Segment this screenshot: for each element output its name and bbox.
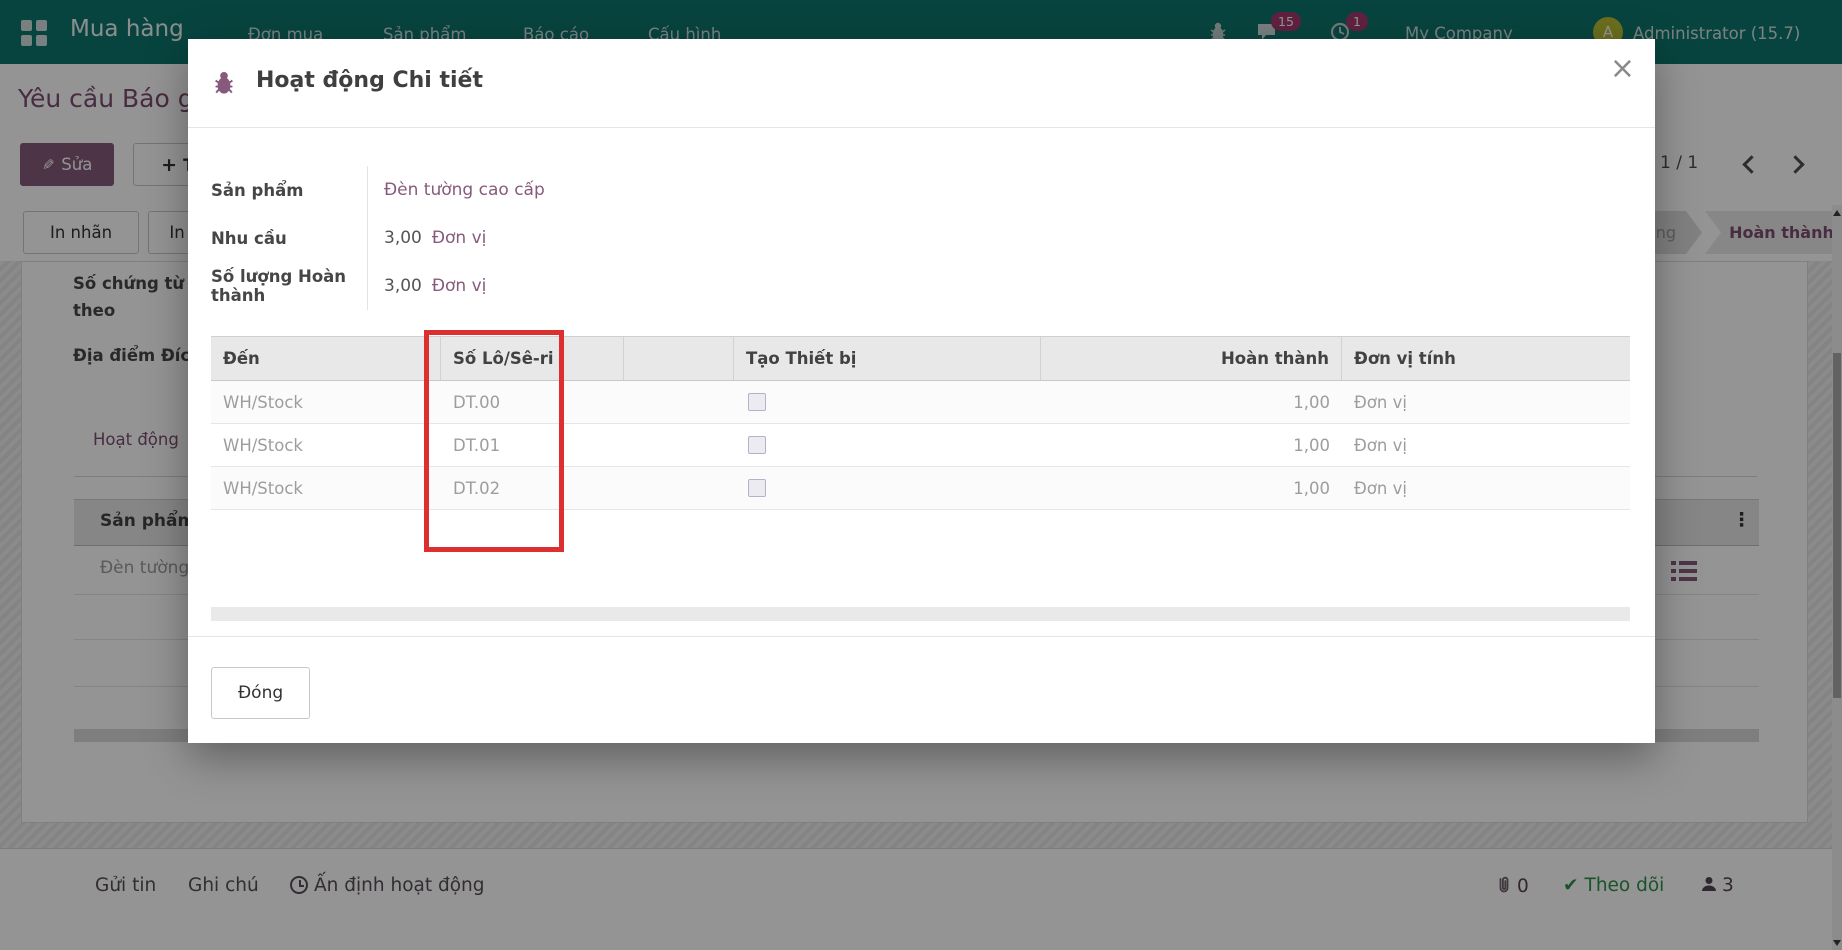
dialog-footer: Đóng <box>188 636 1655 743</box>
uom-link[interactable]: Đơn vị <box>432 276 487 296</box>
col-header-create-device[interactable]: Tạo Thiết bị <box>734 337 1041 380</box>
dialog-fields: Sản phẩm Đèn tường cao cấp Nhu cầu 3,00 … <box>211 166 1630 310</box>
close-icon[interactable] <box>1610 51 1635 86</box>
field-product: Sản phẩm Đèn tường cao cấp <box>211 166 1630 214</box>
close-dialog-button[interactable]: Đóng <box>211 667 310 719</box>
col-header-uom[interactable]: Đơn vị tính <box>1342 337 1630 380</box>
col-header-done[interactable]: Hoàn thành <box>1041 337 1342 380</box>
uom-link[interactable]: Đơn vị <box>432 228 487 248</box>
detailed-operations-dialog: Hoạt động Chi tiết Sản phẩm Đèn tường ca… <box>188 39 1655 743</box>
field-label: Nhu cầu <box>211 229 367 248</box>
field-label: Sản phẩm <box>211 181 367 200</box>
product-link[interactable]: Đèn tường cao cấp <box>384 180 545 200</box>
dialog-header: Hoạt động Chi tiết <box>188 39 1655 128</box>
create-device-checkbox[interactable] <box>748 393 766 411</box>
create-device-checkbox[interactable] <box>748 479 766 497</box>
create-device-checkbox[interactable] <box>748 436 766 454</box>
dialog-title: Hoạt động Chi tiết <box>256 68 483 93</box>
field-demand: Nhu cầu 3,00 Đơn vị <box>211 214 1630 262</box>
field-label: Số lượng Hoàn thành <box>211 267 367 305</box>
col-header-to[interactable]: Đến <box>211 337 441 380</box>
lot-serial-highlight-box <box>424 330 564 552</box>
bug-icon <box>213 71 235 99</box>
modal-table-horizontal-scrollbar[interactable] <box>211 607 1630 621</box>
demand-qty: 3,00 <box>384 228 422 248</box>
done-qty: 3,00 <box>384 276 422 296</box>
field-done-qty: Số lượng Hoàn thành 3,00 Đơn vị <box>211 262 1630 310</box>
col-header-spare <box>624 337 734 380</box>
